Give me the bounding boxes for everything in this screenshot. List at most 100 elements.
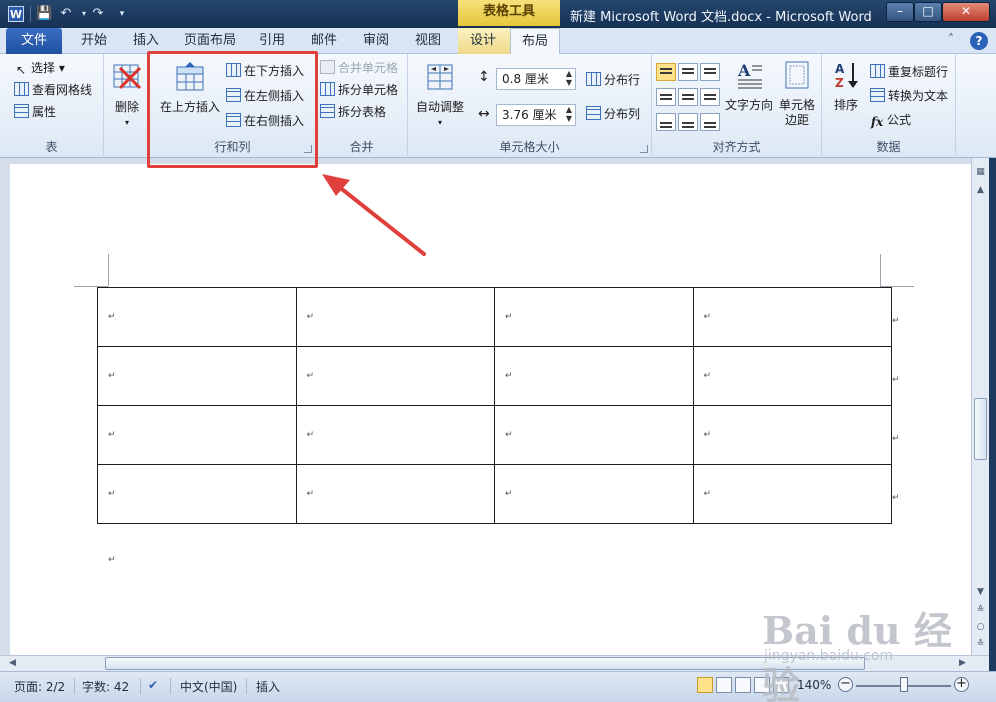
group-merge: 合并单元格 拆分单元格 拆分表格 合并 [316,54,408,158]
table-cell[interactable]: ↵ [494,405,694,465]
table-cell[interactable]: ↵ [692,464,892,524]
svg-text:A: A [737,61,751,80]
document-table[interactable]: ↵ ↵ ↵ ↵ ↵ ↵ ↵ ↵ ↵ ↵ ↵ ↵ ↵ ↵ ↵ ↵ [97,287,892,524]
select-label: 选择 ▾ [31,61,65,75]
full-screen-reading-icon[interactable] [716,677,732,693]
customize-qat-icon[interactable]: ▾ [114,6,130,22]
table-cell[interactable]: ↵ [494,346,694,406]
vertical-scroll-thumb[interactable] [974,398,987,460]
select-button[interactable]: ↖ 选择 ▾ [14,58,65,78]
table-cell[interactable]: ↵ [494,287,694,347]
horizontal-scroll-thumb[interactable] [105,657,865,670]
sort-button[interactable]: A Z 排序 [828,60,864,113]
previous-page-icon[interactable]: ≙ [972,602,989,619]
table-cell[interactable]: ↵ [692,405,892,465]
text-direction-button[interactable]: A 文字方向 [724,60,774,113]
view-gridlines-button[interactable]: 查看网格线 [14,80,92,100]
scroll-up-icon[interactable]: ▲ [972,182,989,199]
merge-cells-icon [320,60,335,74]
table-cell[interactable]: ↵ [295,464,495,524]
table-cell[interactable]: ↵ [692,287,892,347]
page-count[interactable]: 页面: 2/2 [14,678,65,695]
undo-icon[interactable]: ↶ [58,6,74,22]
formula-button[interactable]: fx 公式 [870,110,911,130]
maximize-button[interactable]: □ [914,2,942,22]
distribute-rows-button[interactable]: 分布行 [586,70,640,90]
align-top-center-icon[interactable] [678,63,698,81]
redo-icon[interactable]: ↷ [90,6,106,22]
delete-button[interactable]: 删除 ▾ [110,62,144,130]
delete-dropdown-icon: ▾ [124,118,129,127]
cell-margins-label-line1: 单元格 [778,98,815,112]
tab-design[interactable]: 设计 [462,28,504,54]
print-layout-view-icon[interactable] [697,677,713,693]
svg-text:Z: Z [835,76,844,90]
window-title: 新建 Microsoft Word 文档.docx - Microsoft Wo… [570,10,872,25]
cell-margins-button[interactable]: 单元格 边距 [776,60,818,128]
table-tools-context-label: 表格工具 [458,0,560,26]
table-row: ↵ ↵ ↵ ↵ [97,346,892,406]
tab-layout[interactable]: 布局 [510,28,560,54]
align-top-left-icon[interactable] [656,63,676,81]
save-icon[interactable]: 💾 [36,6,52,22]
next-page-icon[interactable]: ≛ [972,636,989,653]
group-label-alignment: 对齐方式 [712,140,761,154]
web-layout-icon[interactable] [735,677,751,693]
row-height-input[interactable]: 0.8 厘米 ▲ ▼ [496,68,576,90]
language[interactable]: 中文(中国) [180,678,237,695]
distribute-columns-button[interactable]: 分布列 [586,104,640,124]
autofit-button[interactable]: 自动调整 ▾ [412,62,468,130]
table-cell[interactable]: ↵ [494,464,694,524]
cell-margins-icon [785,61,809,89]
table-cell[interactable]: ↵ [97,287,297,347]
table-cell[interactable]: ↵ [97,346,297,406]
tab-view[interactable]: 视图 [408,28,448,54]
align-middle-left-icon[interactable] [656,88,676,106]
table-cell[interactable]: ↵ [295,287,495,347]
height-spinner-icon[interactable]: ▲ ▼ [566,69,572,87]
minimize-button[interactable]: – [886,2,914,22]
split-table-button[interactable]: 拆分表格 [320,102,386,122]
repeat-header-rows-button[interactable]: 重复标题行 [870,62,948,82]
watermark-url: jingyan.baidu.com [764,648,894,664]
align-middle-right-icon[interactable] [700,88,720,106]
merge-cells-button[interactable]: 合并单元格 [320,58,398,78]
width-spinner-icon[interactable]: ▲ ▼ [566,105,572,123]
scroll-left-icon[interactable]: ◀ [4,655,21,672]
row-end-mark: ↵ [892,434,900,444]
table-cell[interactable]: ↵ [692,346,892,406]
distribute-columns-label: 分布列 [604,107,641,121]
scroll-down-icon[interactable]: ▼ [972,584,989,601]
word-app-icon[interactable]: W [8,6,24,22]
tab-file[interactable]: 文件 [6,28,62,54]
table-cell[interactable]: ↵ [97,405,297,465]
column-width-input[interactable]: 3.76 厘米 ▲ ▼ [496,104,576,126]
repeat-header-label: 重复标题行 [888,65,949,79]
vertical-scrollbar[interactable]: ▦ ▲ ▼ ≙ ○ ≛ [971,158,989,655]
table-cell[interactable]: ↵ [97,464,297,524]
tab-review[interactable]: 审阅 [356,28,396,54]
convert-to-text-icon [870,88,885,102]
table-cell[interactable]: ↵ [295,346,495,406]
close-button[interactable]: ✕ [942,2,990,22]
align-bottom-left-icon[interactable] [656,113,676,131]
align-middle-center-icon[interactable] [678,88,698,106]
cell-size-launcher-icon[interactable] [640,145,648,153]
group-label-data: 数据 [876,140,901,154]
ruler-toggle-icon[interactable]: ▦ [972,164,989,181]
tab-home[interactable]: 开始 [74,28,114,54]
help-icon[interactable]: ? [970,32,988,50]
properties-button[interactable]: 属性 [14,102,56,122]
align-top-right-icon[interactable] [700,63,720,81]
align-bottom-center-icon[interactable] [678,113,698,131]
convert-to-text-button[interactable]: 转换为文本 [870,86,948,106]
align-bottom-right-icon[interactable] [700,113,720,131]
word-count[interactable]: 字数: 42 [82,678,129,695]
insert-mode[interactable]: 插入 [256,678,280,695]
row-end-mark: ↵ [892,316,900,326]
proofing-icon[interactable]: ✔ [148,678,158,692]
table-cell[interactable]: ↵ [295,405,495,465]
browse-object-icon[interactable]: ○ [972,619,989,636]
collapse-ribbon-icon[interactable]: ˄ [948,32,954,46]
split-cells-button[interactable]: 拆分单元格 [320,80,398,100]
